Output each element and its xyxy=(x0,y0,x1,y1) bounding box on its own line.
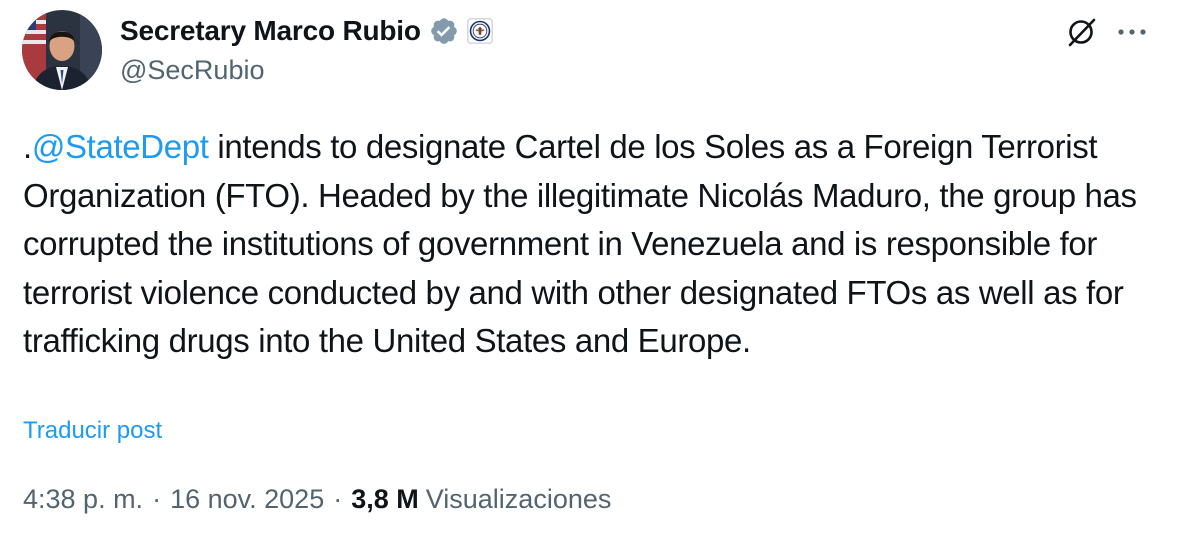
meta-separator: · xyxy=(333,484,343,514)
tweet-date[interactable]: 16 nov. 2025 xyxy=(170,484,324,515)
more-options-icon[interactable] xyxy=(1112,14,1152,50)
author-name-row: Secretary Marco Rubio xyxy=(120,12,493,50)
translate-post-link[interactable]: Traducir post xyxy=(23,417,162,445)
state-department-seal-icon[interactable] xyxy=(466,18,493,44)
grok-icon[interactable] xyxy=(1062,12,1102,52)
author-handle[interactable]: @SecRubio xyxy=(120,55,264,86)
verified-badge-icon[interactable] xyxy=(429,16,459,46)
mention-link[interactable]: @StateDept xyxy=(32,128,209,165)
tweet-time[interactable]: 4:38 p. m. xyxy=(23,484,143,515)
author-avatar[interactable] xyxy=(22,10,102,90)
author-display-name[interactable]: Secretary Marco Rubio xyxy=(120,15,421,47)
tweet-text: .@StateDept intends to designate Cartel … xyxy=(23,123,1173,366)
views-count: 3,8 M xyxy=(351,484,419,514)
avatar-image xyxy=(22,10,102,90)
meta-separator: · xyxy=(152,484,162,514)
tweet-meta-row: 4:38 p. m. · 16 nov. 2025 · 3,8 M Visual… xyxy=(23,484,611,515)
views-label: Visualizaciones xyxy=(425,484,612,514)
tweet-text-prefix: . xyxy=(23,128,32,165)
